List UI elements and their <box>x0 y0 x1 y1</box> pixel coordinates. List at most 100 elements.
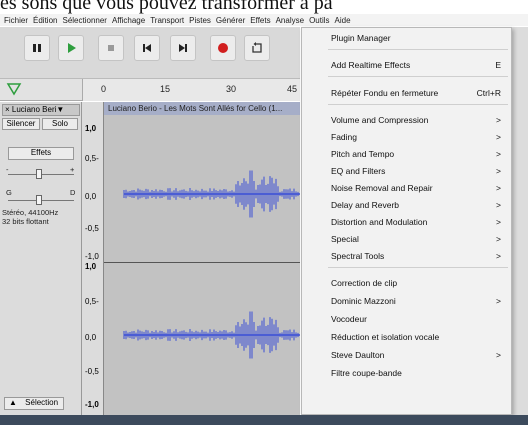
loop-button[interactable] <box>244 35 270 61</box>
menu-item-pitch-tempo[interactable]: Pitch and Tempo > <box>302 146 511 162</box>
menu-separator <box>328 49 508 50</box>
menu-item-label: Dominic Mazzoni <box>331 296 396 306</box>
menu-outils[interactable]: Outils <box>309 16 329 25</box>
menu-item-notch-filter[interactable]: Filtre coupe-bande <box>302 365 511 381</box>
menu-fichier[interactable]: Fichier <box>4 16 28 25</box>
left-channel-waveform <box>123 170 300 218</box>
menu-item-add-realtime-effects[interactable]: Add Realtime Effects E <box>302 57 511 73</box>
record-button[interactable] <box>210 35 236 61</box>
menu-selectionner[interactable]: Sélectionner <box>62 16 106 25</box>
menu-item-label: Fading <box>331 132 357 142</box>
loop-icon <box>252 42 262 53</box>
menu-item-label: Delay and Reverb <box>331 200 400 210</box>
menu-item-special[interactable]: Special > <box>302 231 511 247</box>
scale-label: 1,0 <box>85 124 97 133</box>
timeline-ruler[interactable] <box>82 79 300 101</box>
submenu-arrow-icon: > <box>496 132 501 142</box>
menu-separator <box>328 104 508 105</box>
track-control-panel: × Luciano Beri▼ Silencer Solo Effets - +… <box>0 102 82 415</box>
audio-track: × Luciano Beri▼ Silencer Solo Effets - +… <box>0 102 300 415</box>
menu-item-dominic-mazzoni[interactable]: Dominic Mazzoni > <box>302 293 511 309</box>
menu-affichage[interactable]: Affichage <box>112 16 145 25</box>
menu-item-label: Steve Daulton <box>331 350 385 360</box>
menu-item-label: Add Realtime Effects <box>331 60 411 70</box>
skip-to-start-button[interactable] <box>134 35 160 61</box>
track-format-info: Stéréo, 44100Hz <box>2 208 59 217</box>
transport-toolbar <box>0 27 300 79</box>
menu-item-clip-fix[interactable]: Correction de clip <box>302 275 511 291</box>
submenu-arrow-icon: > <box>496 251 501 261</box>
menu-item-plugin-manager[interactable]: Plugin Manager <box>302 30 511 46</box>
menu-item-vocal-reduction[interactable]: Réduction et isolation vocale <box>302 329 511 345</box>
menu-aide[interactable]: Aide <box>335 16 351 25</box>
pause-button[interactable] <box>24 35 50 61</box>
menu-item-label: Filtre coupe-bande <box>331 368 402 378</box>
scale-label: -0,5 <box>85 224 99 233</box>
menu-separator <box>328 76 508 77</box>
waveform-graphic <box>123 170 300 359</box>
play-button[interactable] <box>58 35 84 61</box>
select-track-button[interactable]: ▲ Sélection <box>4 397 64 410</box>
menu-item-distortion-modulation[interactable]: Distortion and Modulation > <box>302 214 511 230</box>
effects-button[interactable]: Effets <box>8 147 74 160</box>
pan-slider-thumb[interactable] <box>36 195 42 205</box>
ruler-tick-label: 0 <box>101 84 107 94</box>
solo-button[interactable]: Solo <box>42 118 78 130</box>
submenu-arrow-icon: > <box>496 166 501 176</box>
overlay-caption-text: es sons que vous pouvez transformer à pa <box>0 0 333 14</box>
menu-transport[interactable]: Transport <box>150 16 184 25</box>
ruler-tick-label: 30 <box>226 84 237 94</box>
menu-item-spectral-tools[interactable]: Spectral Tools > <box>302 248 511 264</box>
submenu-arrow-icon: > <box>496 200 501 210</box>
track-name-label: Luciano Beri▼ <box>11 105 65 114</box>
menu-item-label: Spectral Tools <box>331 251 385 261</box>
menu-separator <box>328 267 508 268</box>
menu-item-label: Correction de clip <box>331 278 398 288</box>
timeline-ruler-row: 0 15 30 45 <box>0 79 300 101</box>
play-icon <box>68 43 76 53</box>
menu-item-delay-reverb[interactable]: Delay and Reverb > <box>302 197 511 213</box>
track-name-menu[interactable]: × Luciano Beri▼ <box>2 104 80 116</box>
menu-item-repeat-last-effect[interactable]: Répéter Fondu en fermeture Ctrl+R <box>302 85 511 101</box>
menu-item-vocoder[interactable]: Vocodeur <box>302 311 511 327</box>
ruler-tick-label: 15 <box>160 84 171 94</box>
menu-analyse[interactable]: Analyse <box>276 16 304 25</box>
menu-item-label: Vocodeur <box>331 314 367 324</box>
menu-item-label: Noise Removal and Repair <box>331 183 433 193</box>
menu-item-label: Pitch and Tempo <box>331 149 395 159</box>
submenu-arrow-icon: > <box>496 234 501 244</box>
waveform-area[interactable]: Luciano Berio - Les Mots Sont Allés for … <box>104 102 300 415</box>
menu-item-steve-daulton[interactable]: Steve Daulton > <box>302 347 511 363</box>
timeline-options-icon[interactable] <box>6 82 22 96</box>
menu-effets[interactable]: Effets <box>250 16 270 25</box>
scale-label: 0,5- <box>85 297 99 306</box>
menu-item-shortcut: E <box>495 60 501 70</box>
stop-icon <box>108 45 114 51</box>
scale-label: 1,0 <box>85 262 97 271</box>
menu-item-label: Distortion and Modulation <box>331 217 428 227</box>
menu-edition[interactable]: Édition <box>33 16 57 25</box>
submenu-arrow-icon: > <box>496 183 501 193</box>
close-track-icon[interactable]: × <box>5 105 10 114</box>
menu-pistes[interactable]: Pistes <box>189 16 211 25</box>
submenu-arrow-icon: > <box>496 217 501 227</box>
scale-label: -1,0 <box>85 252 99 261</box>
scale-label: 0,0 <box>85 192 97 201</box>
menu-generer[interactable]: Générer <box>216 16 245 25</box>
menu-item-label: Special <box>331 234 359 244</box>
menu-item-label: Volume and Compression <box>331 115 429 125</box>
scale-label: -1,0 <box>85 400 99 409</box>
submenu-arrow-icon: > <box>496 350 501 360</box>
scale-label: 0,0 <box>85 333 97 342</box>
gain-minus-label: - <box>6 165 9 174</box>
menu-item-eq-filters[interactable]: EQ and Filters > <box>302 163 511 179</box>
skip-to-end-button[interactable] <box>170 35 196 61</box>
menu-item-volume-compression[interactable]: Volume and Compression > <box>302 112 511 128</box>
stop-button[interactable] <box>98 35 124 61</box>
menu-item-noise-removal-repair[interactable]: Noise Removal and Repair > <box>302 180 511 196</box>
pan-right-label: D <box>70 188 76 197</box>
skip-to-start-icon <box>143 44 151 52</box>
mute-button[interactable]: Silencer <box>2 118 40 130</box>
menu-item-fading[interactable]: Fading > <box>302 129 511 145</box>
gain-slider-thumb[interactable] <box>36 169 42 179</box>
